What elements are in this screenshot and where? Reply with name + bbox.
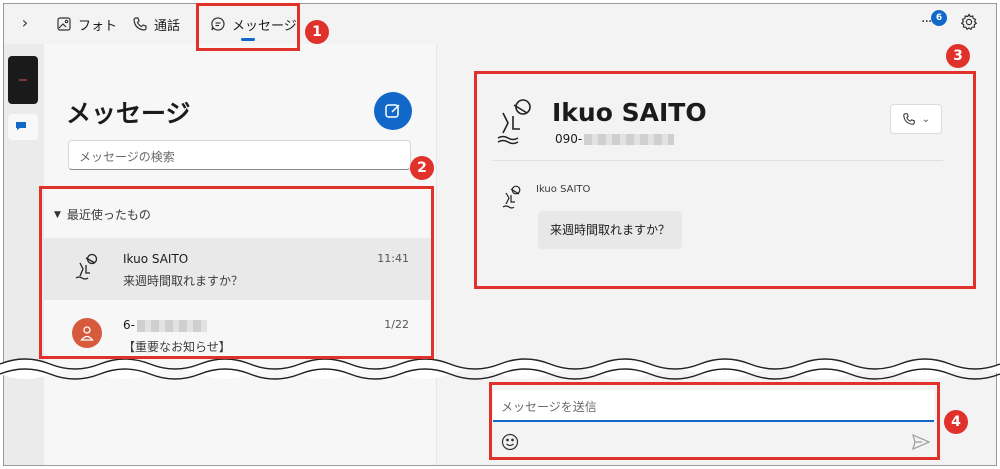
annotation-box-3	[474, 71, 976, 289]
top-nav-bar: › フォト 通話 メッセージ ··· 6	[4, 4, 996, 44]
photo-icon	[57, 17, 71, 31]
message-icon	[16, 122, 26, 130]
tab-photos-label: フォト	[78, 18, 118, 34]
notification-badge[interactable]: 6	[931, 10, 947, 26]
phone-screen-thumbnail[interactable]	[8, 56, 38, 104]
annotation-number-3: 3	[946, 44, 970, 68]
gear-icon[interactable]	[960, 13, 978, 31]
annotation-number-1: 1	[305, 20, 329, 44]
left-rail	[4, 44, 44, 465]
compose-icon	[385, 104, 400, 118]
annotation-number-2: 2	[410, 156, 434, 180]
more-options-icon[interactable]: ···	[921, 14, 932, 30]
search-input[interactable]: メッセージの検索	[68, 140, 411, 170]
annotation-box-2	[39, 186, 434, 359]
page-title: メッセージ	[66, 99, 191, 128]
tab-calls[interactable]: 通話	[132, 13, 180, 35]
new-message-button[interactable]	[374, 92, 412, 130]
phone-icon	[133, 17, 147, 31]
tab-photos[interactable]: フォト	[56, 13, 117, 35]
annotation-number-4: 4	[944, 410, 968, 434]
expand-chevron-icon[interactable]: ›	[14, 12, 36, 34]
annotation-box-1	[196, 3, 300, 51]
tab-calls-label: 通話	[154, 18, 181, 34]
annotation-box-4	[489, 382, 940, 460]
